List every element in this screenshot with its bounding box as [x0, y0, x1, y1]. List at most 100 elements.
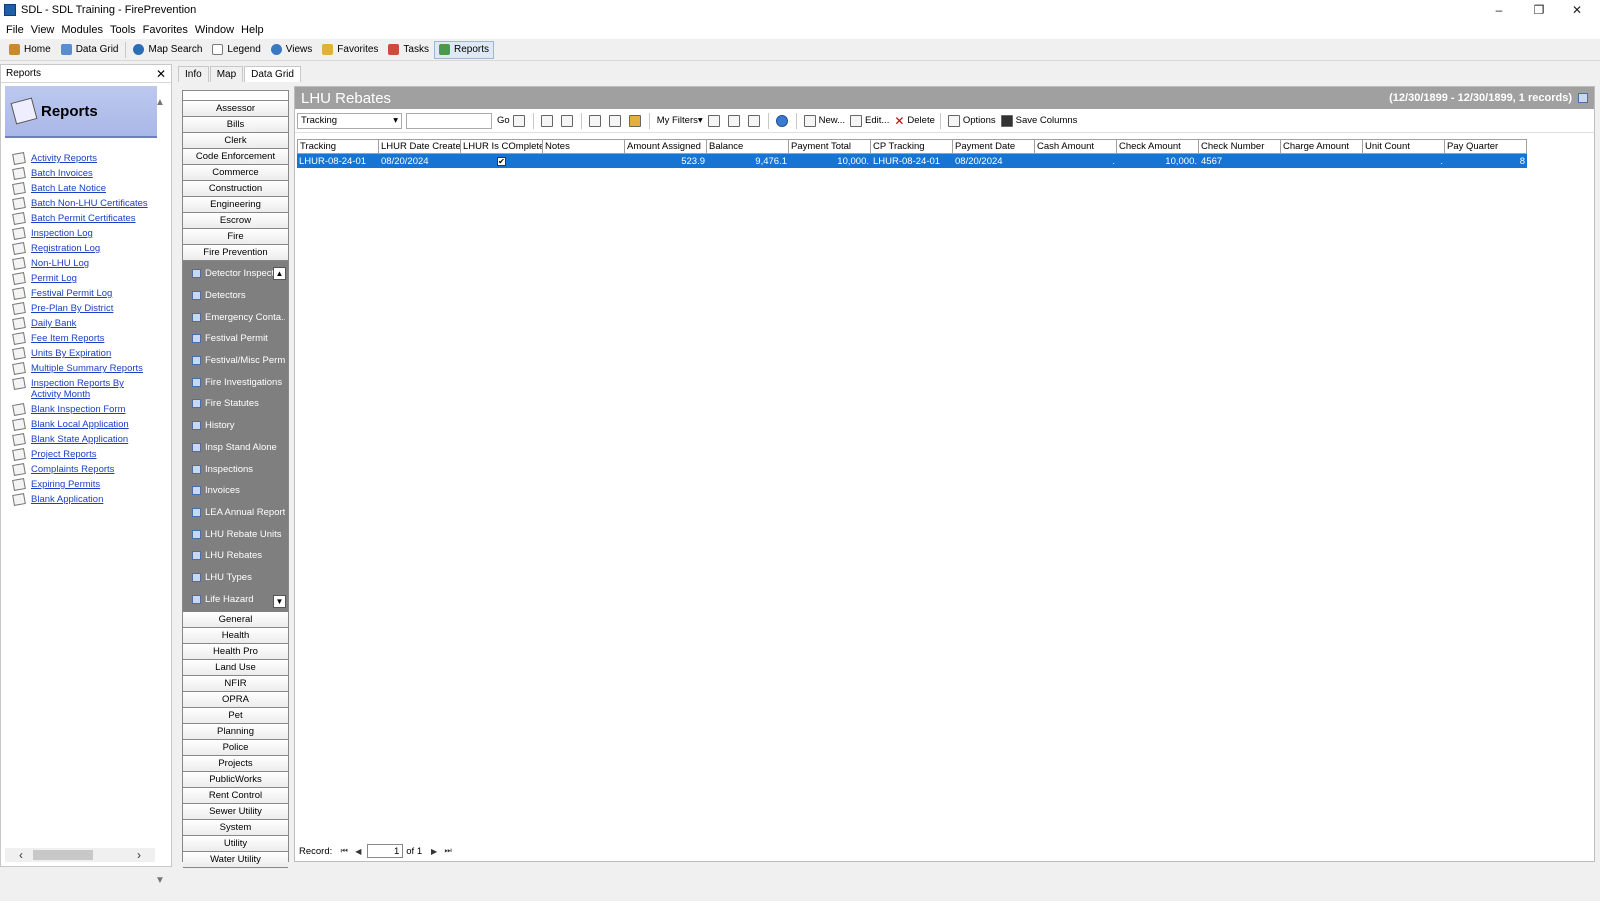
- subitem[interactable]: Festival/Misc Perm: [186, 350, 285, 372]
- report-link-item[interactable]: Batch Late Notice: [12, 182, 153, 195]
- scroll-up-icon[interactable]: ▲: [155, 97, 165, 108]
- column-header[interactable]: Pay Quarter: [1445, 139, 1527, 154]
- column-header[interactable]: LHUR Is COmplete: [461, 139, 543, 154]
- subitem[interactable]: Invoices: [186, 480, 285, 502]
- sub-scroll-up-icon[interactable]: ▲: [273, 267, 286, 280]
- module-button[interactable]: NFIR: [183, 676, 288, 692]
- export-button[interactable]: [608, 114, 624, 127]
- next-record-icon[interactable]: ▶: [428, 845, 440, 857]
- column-header[interactable]: Notes: [543, 139, 625, 154]
- report-link[interactable]: Blank Application: [31, 494, 103, 505]
- module-button[interactable]: Engineering: [183, 197, 288, 213]
- report-link-item[interactable]: Permit Log: [12, 272, 153, 285]
- report-link-item[interactable]: Festival Permit Log: [12, 287, 153, 300]
- report-link[interactable]: Pre-Plan By District: [31, 303, 113, 314]
- subitem[interactable]: Emergency Conta...: [186, 306, 285, 328]
- menu-modules[interactable]: Modules: [61, 24, 103, 36]
- module-button[interactable]: Projects: [183, 756, 288, 772]
- report-link-item[interactable]: Expiring Permits: [12, 478, 153, 491]
- column-header[interactable]: CP Tracking: [871, 139, 953, 154]
- report-link[interactable]: Expiring Permits: [31, 479, 100, 490]
- report-link[interactable]: Non-LHU Log: [31, 258, 89, 269]
- report-link-item[interactable]: Blank Application: [12, 493, 153, 506]
- filter-button[interactable]: [747, 114, 763, 127]
- scroll-right-icon[interactable]: ›: [137, 848, 141, 862]
- report-link[interactable]: Inspection Reports By Activity Month: [31, 378, 153, 400]
- report-link-item[interactable]: Fee Item Reports: [12, 332, 153, 345]
- module-button[interactable]: Construction: [183, 181, 288, 197]
- report-link[interactable]: Permit Log: [31, 273, 77, 284]
- column-header[interactable]: Check Number: [1199, 139, 1281, 154]
- report-link[interactable]: Batch Late Notice: [31, 183, 106, 194]
- filter-list-button[interactable]: [727, 114, 743, 127]
- views-button[interactable]: Views: [266, 41, 318, 59]
- module-button[interactable]: Commerce: [183, 165, 288, 181]
- save-columns-button[interactable]: Save Columns: [1000, 114, 1077, 127]
- subitem[interactable]: LHU Rebate Units: [186, 523, 285, 545]
- module-button[interactable]: Water Utility: [183, 852, 288, 868]
- module-button[interactable]: Sewer Utility: [183, 804, 288, 820]
- module-button[interactable]: General: [183, 612, 288, 628]
- grid-icon[interactable]: [1578, 93, 1588, 103]
- first-record-icon[interactable]: ⏮: [338, 845, 350, 857]
- report-link[interactable]: Blank Local Application: [31, 419, 129, 430]
- report-link[interactable]: Batch Non-LHU Certificates: [31, 198, 148, 209]
- module-button[interactable]: Police: [183, 740, 288, 756]
- map-search-button[interactable]: Map Search: [128, 41, 207, 59]
- subitem[interactable]: Insp Stand Alone: [186, 437, 285, 459]
- horizontal-scrollbar[interactable]: ‹ ›: [5, 848, 155, 862]
- report-link-item[interactable]: Batch Permit Certificates: [12, 212, 153, 225]
- vertical-scrollbar[interactable]: ▲ ▼: [155, 93, 167, 901]
- print-button[interactable]: [588, 114, 604, 127]
- prev-record-icon[interactable]: ◀: [352, 845, 364, 857]
- report-link-item[interactable]: Complaints Reports: [12, 463, 153, 476]
- column-header[interactable]: Amount Assigned: [625, 139, 707, 154]
- data-grid-button[interactable]: Data Grid: [56, 41, 124, 59]
- report-link-item[interactable]: Units By Expiration: [12, 347, 153, 360]
- my-filters-dropdown[interactable]: My Filters ▾: [657, 115, 703, 126]
- module-button[interactable]: Planning: [183, 724, 288, 740]
- module-button[interactable]: Rent Control: [183, 788, 288, 804]
- favorites-button[interactable]: Favorites: [317, 41, 383, 59]
- column-header[interactable]: Payment Total: [789, 139, 871, 154]
- open-button[interactable]: [628, 114, 644, 127]
- report-link[interactable]: Multiple Summary Reports: [31, 363, 143, 374]
- menu-tools[interactable]: Tools: [110, 24, 136, 36]
- report-link-item[interactable]: Blank Inspection Form: [12, 403, 153, 416]
- module-button[interactable]: Health: [183, 628, 288, 644]
- close-panel-icon[interactable]: ✕: [156, 67, 166, 81]
- menu-help[interactable]: Help: [241, 24, 264, 36]
- module-button[interactable]: Utility: [183, 836, 288, 852]
- sub-scroll-down-icon[interactable]: ▼: [273, 595, 286, 608]
- report-link[interactable]: Registration Log: [31, 243, 100, 254]
- report-link[interactable]: Daily Bank: [31, 318, 76, 329]
- report-link-item[interactable]: Activity Reports: [12, 152, 153, 165]
- module-button[interactable]: Escrow: [183, 213, 288, 229]
- scroll-left-icon[interactable]: ‹: [19, 848, 23, 862]
- delete-button[interactable]: ✕ Delete: [894, 115, 935, 127]
- column-header[interactable]: Balance: [707, 139, 789, 154]
- module-button[interactable]: OPRA: [183, 692, 288, 708]
- module-button[interactable]: System: [183, 820, 288, 836]
- module-button[interactable]: Health Pro: [183, 644, 288, 660]
- subitem[interactable]: Inspections: [186, 458, 285, 480]
- table-row[interactable]: LHUR-08-24-01 08/20/2024 ✔ 523.9 9,476.1 10,0…: [297, 154, 1527, 168]
- filter-check-button[interactable]: [707, 114, 723, 127]
- menu-view[interactable]: View: [31, 24, 55, 36]
- report-link-item[interactable]: Blank Local Application: [12, 418, 153, 431]
- subitem[interactable]: Fire Statutes: [186, 393, 285, 415]
- report-link[interactable]: Fee Item Reports: [31, 333, 104, 344]
- reports-button[interactable]: Reports: [433, 40, 494, 59]
- column-header[interactable]: Charge Amount: [1281, 139, 1363, 154]
- menu-file[interactable]: File: [6, 24, 24, 36]
- report-link-item[interactable]: Inspection Reports By Activity Month: [12, 377, 153, 400]
- edit-button[interactable]: Edit...: [850, 114, 889, 127]
- report-link-item[interactable]: Inspection Log: [12, 227, 153, 240]
- subitem[interactable]: Detector Inspect: [186, 263, 285, 285]
- tab-info[interactable]: Info: [178, 66, 209, 82]
- scroll-down-icon[interactable]: ▼: [155, 875, 165, 886]
- module-button[interactable]: PublicWorks: [183, 772, 288, 788]
- column-header[interactable]: Check Amount: [1117, 139, 1199, 154]
- report-link[interactable]: Project Reports: [31, 449, 96, 460]
- module-button[interactable]: Fire Prevention: [183, 245, 288, 261]
